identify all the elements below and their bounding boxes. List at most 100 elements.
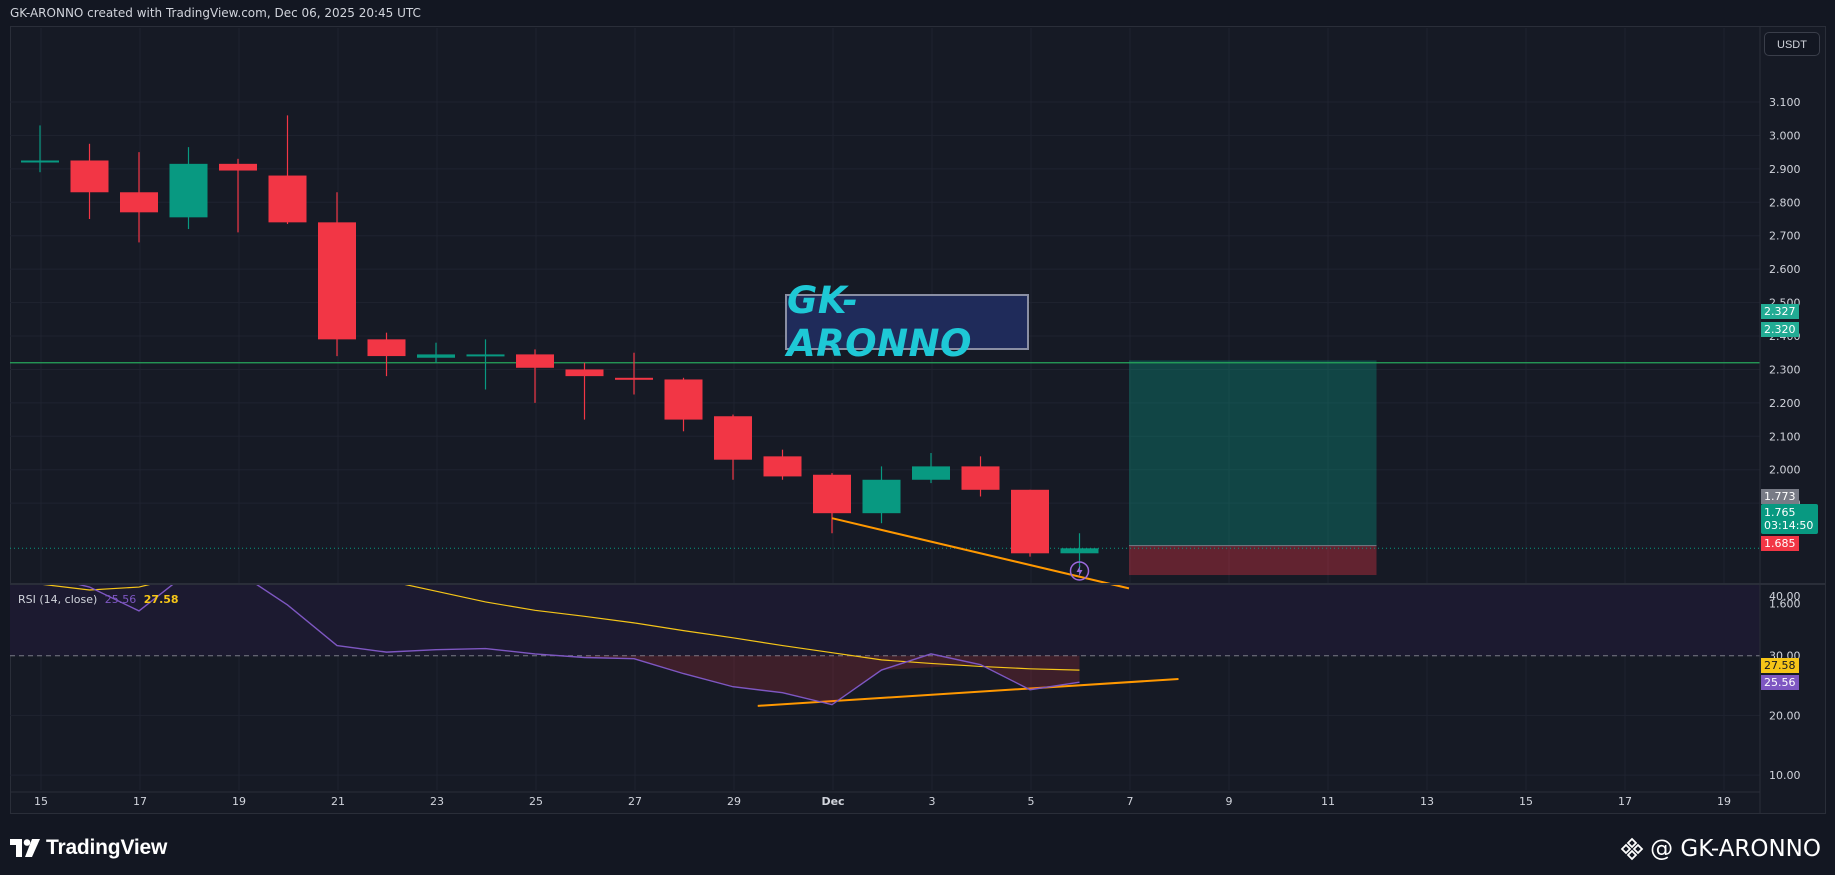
candle (219, 158, 257, 233)
price-label-current: 1.765 03:14:50 (1761, 504, 1818, 534)
candle (615, 352, 653, 395)
date-tick-label: 7 (1127, 795, 1134, 808)
position-tool (1129, 360, 1377, 576)
candle (169, 147, 208, 230)
price-tick-label: 2.000 (1769, 464, 1801, 477)
candle-body (763, 456, 802, 477)
price-label-stop: 1.685 (1761, 536, 1799, 551)
price-tick-label: 2.300 (1769, 363, 1801, 376)
tradingview-brand: TradingView (46, 836, 168, 859)
candle (21, 125, 59, 173)
date-tick-label: 17 (133, 795, 147, 808)
candle (120, 152, 158, 243)
candle (417, 342, 455, 363)
date-tick-label: 13 (1420, 795, 1434, 808)
candle-body (268, 175, 307, 223)
date-tick-label: 19 (232, 795, 246, 808)
candle (961, 456, 1000, 497)
candle-body (318, 222, 356, 340)
price-tick-label: 2.900 (1769, 163, 1801, 176)
candle-body (466, 354, 505, 357)
candle (763, 449, 802, 480)
rsi-tick-label: 20.00 (1769, 709, 1801, 722)
price-tick-label: 2.200 (1769, 397, 1801, 410)
candle (516, 349, 554, 403)
rsi-ma-label: 27.58 (1761, 658, 1799, 673)
tradingview-logo[interactable]: TradingView (10, 836, 167, 860)
candle-body (367, 339, 406, 357)
date-tick-label: 11 (1321, 795, 1335, 808)
date-tick-label: 19 (1717, 795, 1731, 808)
candle (318, 192, 356, 357)
candle-body (664, 379, 703, 420)
candle-body (120, 192, 158, 213)
candle-countdown: 03:14:50 (1764, 519, 1814, 532)
price-label-hline: 2.320 (1761, 322, 1799, 337)
currency-badge[interactable]: USDT (1764, 32, 1820, 56)
candle-body (219, 163, 257, 171)
candle-body (21, 160, 59, 163)
rsi-legend-ma-value: 27.58 (143, 593, 179, 606)
candle (813, 473, 851, 534)
tradingview-logo-icon (10, 839, 40, 857)
candle-body (862, 479, 901, 514)
candle-body (961, 466, 1000, 490)
rsi-legend-title: RSI (14, close) (18, 593, 98, 606)
candle-body (1060, 548, 1099, 554)
watermark-text: GK-ARONNO (787, 279, 972, 365)
current-price-value: 1.765 (1764, 506, 1796, 519)
candle-body (169, 163, 208, 218)
date-tick-label: 15 (34, 795, 48, 808)
watermark-box: GK-ARONNO (785, 279, 1029, 365)
candle-body (70, 160, 109, 193)
candle-body (417, 354, 455, 358)
rsi-legend-rsi-value: 25.56 (104, 593, 137, 606)
date-tick-label: 27 (628, 795, 642, 808)
rsi-legend[interactable]: RSI (14, close) 25.56 27.58 (18, 593, 179, 606)
date-tick-label: Dec (821, 795, 844, 808)
grid (10, 28, 1760, 790)
candle-body (615, 377, 653, 380)
position-stop-zone (1129, 545, 1377, 576)
date-tick-label: 23 (430, 795, 444, 808)
date-tick-label: 25 (529, 795, 543, 808)
binance-icon (1620, 837, 1644, 861)
candle (664, 377, 703, 432)
rsi-tick-label: 40.00 (1769, 590, 1801, 603)
rsi-value-label: 25.56 (1761, 675, 1799, 690)
candle-body (565, 369, 604, 377)
date-tick-label: 29 (727, 795, 741, 808)
price-tick-label: 2.600 (1769, 263, 1801, 276)
date-tick-label: 5 (1028, 795, 1035, 808)
candle (466, 339, 505, 390)
candle-body (1011, 489, 1049, 554)
price-tick-label: 2.800 (1769, 196, 1801, 209)
price-tick-label: 2.100 (1769, 430, 1801, 443)
date-tick-label: 17 (1618, 795, 1632, 808)
price-tick-label: 3.100 (1769, 96, 1801, 109)
candle (912, 453, 950, 484)
date-tick-label: 15 (1519, 795, 1533, 808)
price-label-target: 2.327 (1761, 304, 1799, 319)
candle-body (813, 474, 851, 514)
price-tick-label: 2.700 (1769, 230, 1801, 243)
candle (70, 143, 109, 220)
candle-body (516, 354, 554, 368)
date-tick-label: 9 (1226, 795, 1233, 808)
candle (268, 115, 307, 225)
horizontal-lines (10, 362, 1760, 549)
candle (565, 362, 604, 420)
position-target-zone (1129, 360, 1377, 546)
rsi-tick-label: 10.00 (1769, 769, 1801, 782)
candle-body (912, 466, 950, 480)
author-handle: @ GK-ARONNO (1650, 836, 1821, 862)
rsi-oversold-fill (584, 655, 1080, 705)
candle-body (714, 416, 752, 460)
chart-canvas[interactable]: 3.1003.0002.9002.8002.7002.6002.5002.400… (0, 0, 1835, 875)
candle (1011, 489, 1049, 557)
date-tick-label: 3 (929, 795, 936, 808)
price-label-entry: 1.773 (1761, 489, 1799, 504)
date-tick-label: 21 (331, 795, 345, 808)
price-tick-label: 3.000 (1769, 129, 1801, 142)
candle (862, 466, 901, 524)
